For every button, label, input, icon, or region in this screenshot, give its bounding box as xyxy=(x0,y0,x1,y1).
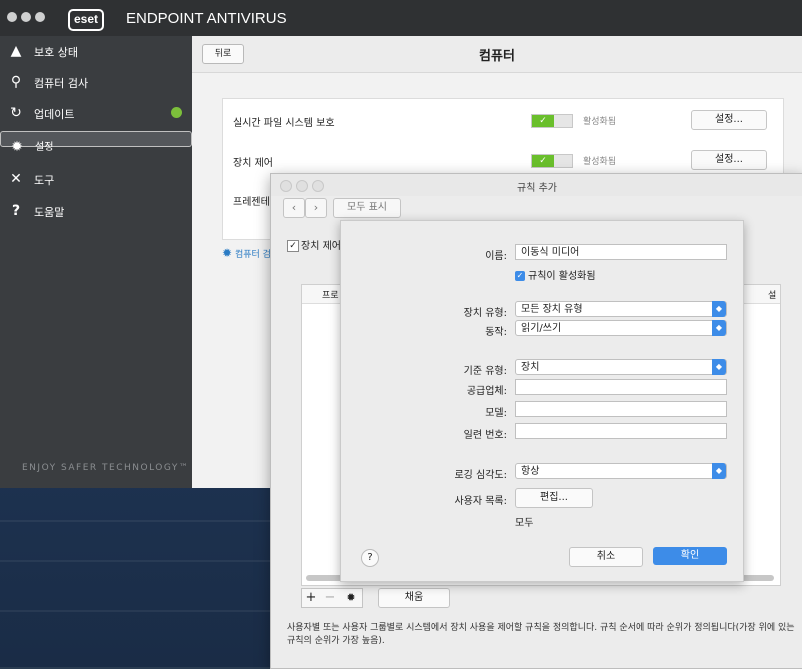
content-header: 뒤로 컴퓨터 xyxy=(192,36,802,73)
chevron-right-icon: › xyxy=(313,201,319,214)
sidebar-item-update[interactable]: ↻ 업데이트 xyxy=(0,98,192,128)
sidebar-item-protection-status[interactable]: ▲ 보호 상태 xyxy=(0,36,192,66)
device-control-checkbox-row[interactable]: ✓ 장치 제어 xyxy=(287,237,341,252)
logging-severity-label: 로깅 심각도: xyxy=(454,470,507,481)
check-icon: ✓ xyxy=(532,115,554,127)
device-control-toggle[interactable]: ✓ xyxy=(531,154,573,168)
sidebar-item-help[interactable]: ? 도움말 xyxy=(0,196,192,226)
add-icon[interactable]: + xyxy=(302,589,320,607)
serial-number-label: 일련 번호: xyxy=(463,430,507,441)
page-title: 컴퓨터 xyxy=(479,49,515,64)
nav-back-button[interactable]: ‹ xyxy=(283,198,305,218)
model-label: 모델: xyxy=(485,408,507,419)
sidebar-item-label: 업데이트 xyxy=(34,108,75,121)
logging-severity-select[interactable]: 항상 ◆ xyxy=(515,463,727,479)
gear-icon: ✹ xyxy=(222,246,233,260)
add-remove-bar: + − ✹ xyxy=(301,588,363,608)
checkbox-label: 장치 제어 xyxy=(301,241,341,252)
gear-icon: ✹ xyxy=(11,139,23,155)
action-label: 동작: xyxy=(485,327,507,338)
setting-label: 프레젠테 xyxy=(233,197,270,208)
realtime-protection-toggle[interactable]: ✓ xyxy=(531,114,573,128)
sidebar-item-label: 도구 xyxy=(34,174,55,187)
checkbox[interactable]: ✓ xyxy=(287,240,299,252)
remove-icon[interactable]: − xyxy=(321,589,339,607)
device-control-setup-button[interactable]: 설정... xyxy=(691,150,767,170)
criteria-type-label: 기준 유형: xyxy=(463,366,507,377)
gear-icon[interactable]: ✹ xyxy=(342,589,360,607)
name-label: 이름: xyxy=(485,251,507,262)
dialog-title-bar: 규칙 추가 xyxy=(271,174,802,196)
eset-logo: eset xyxy=(68,9,105,31)
setting-row-realtime-protection: 실시간 파일 시스템 보호 ✓ 활성화됨 설정... xyxy=(233,105,773,135)
serial-number-field[interactable] xyxy=(515,423,727,439)
fill-button[interactable]: 채움 xyxy=(378,588,450,608)
window-controls xyxy=(7,12,49,25)
chevron-left-icon: ‹ xyxy=(291,201,297,214)
question-icon: ? xyxy=(11,203,21,219)
dialog-title: 규칙 추가 xyxy=(517,183,557,194)
select-value: 장치 xyxy=(521,362,540,373)
rule-editor-sheet: 이름: 이동식 미디어 ✓ 규칙이 활성화됨 장치 유형: 모든 장치 유형 ◆ 동… xyxy=(340,220,744,582)
rule-enabled-checkbox[interactable]: ✓ 규칙이 활성화됨 xyxy=(515,267,596,282)
help-button[interactable]: ? xyxy=(361,549,379,567)
tools-icon: ✕ xyxy=(10,171,22,187)
device-type-select[interactable]: 모든 장치 유형 ◆ xyxy=(515,301,727,317)
vendor-field[interactable] xyxy=(515,379,727,395)
criteria-type-select[interactable]: 장치 ◆ xyxy=(515,359,727,375)
chevron-updown-icon: ◆ xyxy=(712,463,726,479)
check-icon: ✓ xyxy=(515,271,525,281)
checkbox-label: 규칙이 활성화됨 xyxy=(528,271,596,282)
sidebar: ▲ 보호 상태 ⚲ 컴퓨터 검사 ↻ 업데이트 ✹ 설정 ✕ 도구 ? 도움말 … xyxy=(0,36,192,488)
column-header[interactable]: 설 xyxy=(768,288,776,301)
sidebar-item-label: 보호 상태 xyxy=(34,46,78,59)
status-text: 활성화됨 xyxy=(583,117,617,127)
nav-forward-button[interactable]: › xyxy=(305,198,327,218)
select-value: 모든 장치 유형 xyxy=(521,304,583,315)
edit-users-button[interactable]: 편집... xyxy=(515,488,593,508)
sidebar-item-label: 설정 xyxy=(35,142,54,153)
sidebar-item-setup[interactable]: ✹ 설정 xyxy=(0,131,192,155)
sidebar-item-label: 컴퓨터 검사 xyxy=(34,77,89,90)
sidebar-item-tools[interactable]: ✕ 도구 xyxy=(0,164,192,194)
chevron-updown-icon: ◆ xyxy=(712,320,726,336)
status-text: 활성화됨 xyxy=(583,157,617,167)
link-label: 컴퓨터 검 xyxy=(234,250,271,260)
vendor-label: 공급업체: xyxy=(466,386,507,397)
chevron-updown-icon: ◆ xyxy=(712,301,726,317)
setting-label: 장치 제어 xyxy=(233,158,273,169)
tagline: ENJOY SAFER TECHNOLOGY™ xyxy=(22,463,190,473)
action-select[interactable]: 읽기/쓰기 ◆ xyxy=(515,320,727,336)
device-type-label: 장치 유형: xyxy=(463,308,507,319)
column-header[interactable]: 프로 xyxy=(322,288,339,301)
ok-button[interactable]: 확인 xyxy=(653,547,727,565)
minimize-window-button[interactable] xyxy=(21,12,31,22)
user-list-label: 사용자 목록: xyxy=(454,496,507,507)
warning-icon: ▲ xyxy=(10,43,22,59)
select-value: 항상 xyxy=(521,466,540,477)
check-icon: ✓ xyxy=(532,155,554,167)
zoom-window-button[interactable] xyxy=(35,12,45,22)
setting-row-device-control: 장치 제어 ✓ 활성화됨 설정... xyxy=(233,145,773,175)
update-status-dot xyxy=(171,107,182,118)
realtime-setup-button[interactable]: 설정... xyxy=(691,110,767,130)
sidebar-item-computer-scan[interactable]: ⚲ 컴퓨터 검사 xyxy=(0,67,192,97)
description-text: 사용자별 또는 사용자 그룹별로 시스템에서 장치 사용을 제어할 규칙을 정의… xyxy=(287,623,795,646)
setting-label: 실시간 파일 시스템 보호 xyxy=(233,118,335,129)
search-icon: ⚲ xyxy=(10,74,22,90)
chevron-updown-icon: ◆ xyxy=(712,359,726,375)
product-name: ENDPOINT ANTIVIRUS xyxy=(126,10,287,27)
select-value: 읽기/쓰기 xyxy=(521,323,562,334)
show-all-button[interactable]: 모두 표시 xyxy=(333,198,401,218)
cancel-button[interactable]: 취소 xyxy=(569,547,643,567)
user-list-value: 모두 xyxy=(515,518,534,529)
name-field[interactable]: 이동식 미디어 xyxy=(515,244,727,260)
close-window-button[interactable] xyxy=(7,12,17,22)
computer-scan-link[interactable]: ✹ 컴퓨터 검 xyxy=(222,246,271,260)
title-bar: eset ENDPOINT ANTIVIRUS xyxy=(0,0,802,36)
refresh-icon: ↻ xyxy=(10,105,22,121)
sidebar-item-label: 도움말 xyxy=(34,206,65,219)
model-field[interactable] xyxy=(515,401,727,417)
